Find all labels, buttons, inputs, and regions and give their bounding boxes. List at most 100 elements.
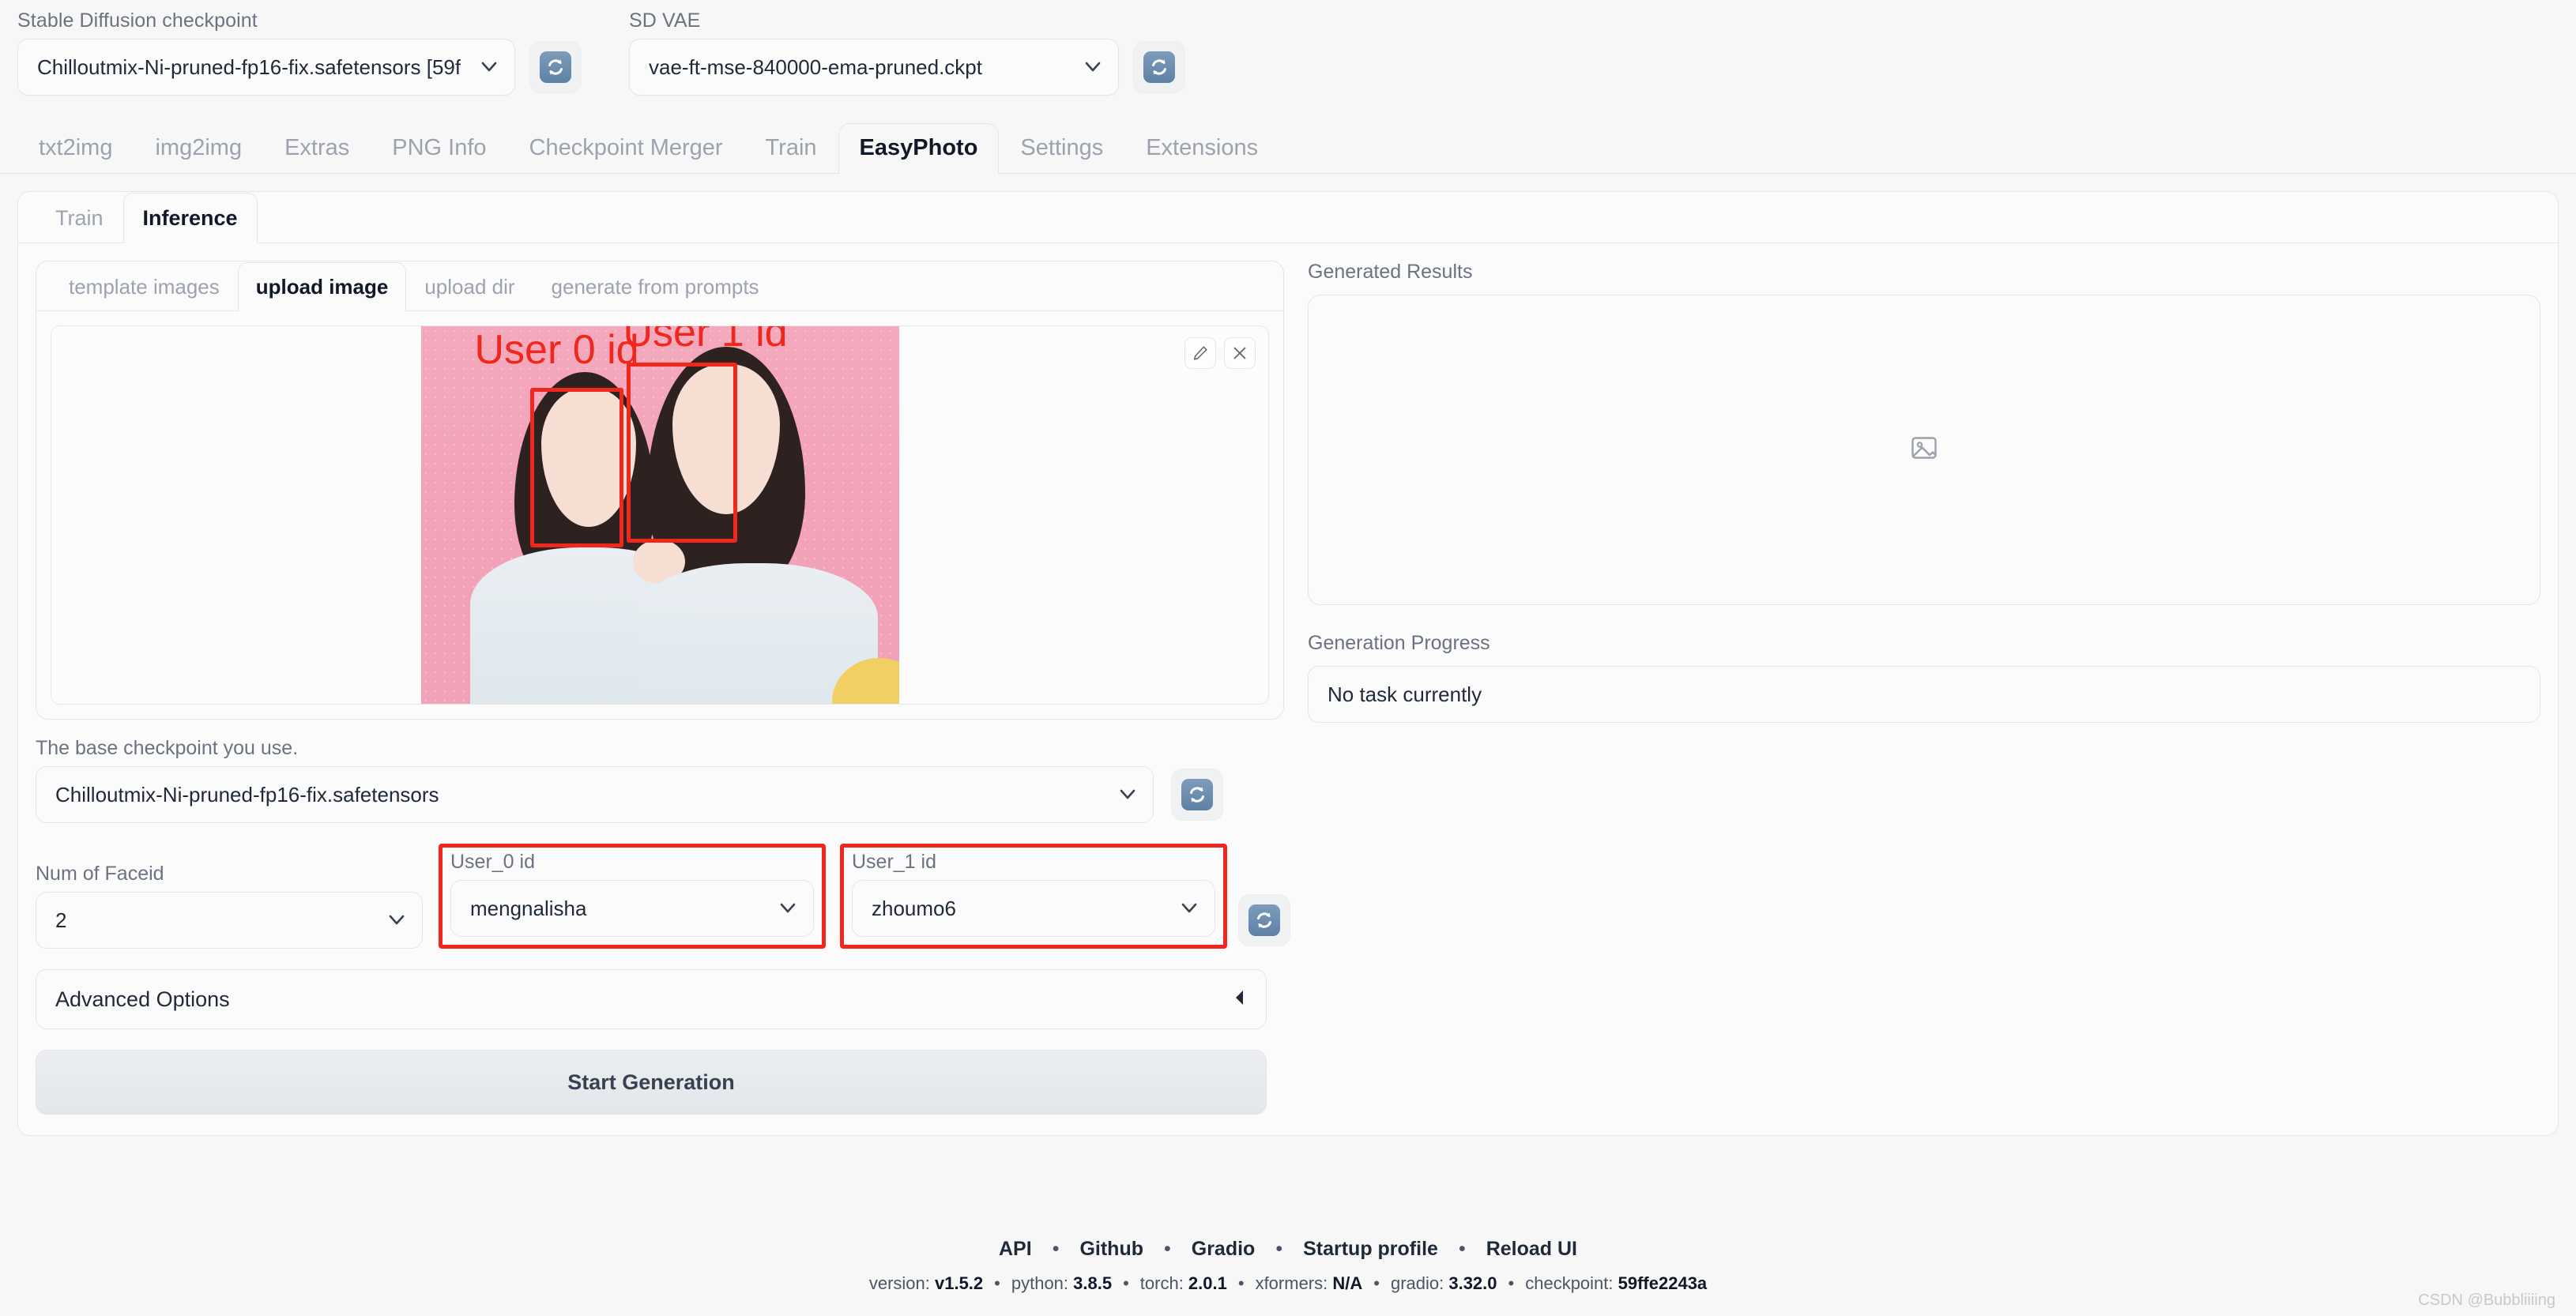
advanced-options-accordion[interactable]: Advanced Options xyxy=(36,969,1267,1029)
sd-vae-block: SD VAE vae-ft-mse-840000-ema-pruned.ckpt xyxy=(629,11,1119,96)
refresh-vae-button[interactable] xyxy=(1133,41,1185,93)
subtab-inference[interactable]: Inference xyxy=(122,193,258,243)
footer-separator: • xyxy=(1275,1238,1283,1260)
chevron-down-icon xyxy=(481,62,497,73)
tab-txt2img[interactable]: txt2img xyxy=(17,123,134,174)
faceid-row: Num of Faceid 2 User_0 id mengnalisha Us… xyxy=(36,844,1290,949)
inference-tab-bar: Train Inference xyxy=(18,192,2558,243)
subtab-train[interactable]: Train xyxy=(36,193,123,243)
tab-extensions[interactable]: Extensions xyxy=(1124,123,1279,174)
edit-image-button[interactable] xyxy=(1184,337,1216,369)
footer-meta-separator: • xyxy=(994,1273,1000,1293)
sd-checkpoint-block: Stable Diffusion checkpoint Chilloutmix-… xyxy=(17,11,515,96)
num-faceid-label: Num of Faceid xyxy=(36,863,164,885)
num-faceid-select[interactable]: 2 xyxy=(36,892,423,949)
start-generation-label: Start Generation xyxy=(567,1070,735,1094)
watermark: CSDN @Bubbliiiing xyxy=(2418,1292,2555,1309)
chevron-down-icon xyxy=(1181,903,1197,914)
num-faceid-value: 2 xyxy=(55,908,67,932)
user0-id-value: mengnalisha xyxy=(470,896,587,920)
user0-id-highlight: User_0 id mengnalisha xyxy=(439,844,826,949)
advanced-options-label: Advanced Options xyxy=(55,987,230,1011)
refresh-base-checkpoint-button[interactable] xyxy=(1171,769,1223,821)
sd-checkpoint-select[interactable]: Chilloutmix-Ni-pruned-fp16-fix.safetenso… xyxy=(17,39,515,96)
generated-results-gallery[interactable] xyxy=(1308,295,2540,605)
footer-meta-value: 59ffe2243a xyxy=(1618,1273,1708,1293)
footer-meta-key: xformers: xyxy=(1255,1273,1333,1293)
image-placeholder-icon xyxy=(1908,432,1940,468)
footer-meta-key: torch: xyxy=(1139,1273,1188,1293)
tab-easyphoto[interactable]: EasyPhoto xyxy=(838,123,1000,174)
sd-checkpoint-label: Stable Diffusion checkpoint xyxy=(17,9,258,32)
model-selector-bar: Stable Diffusion checkpoint Chilloutmix-… xyxy=(0,0,2576,96)
sd-vae-value: vae-ft-mse-840000-ema-pruned.ckpt xyxy=(649,55,982,79)
main-tab-bar: txt2img img2img Extras PNG Info Checkpoint M… xyxy=(0,122,2576,174)
annotation-box-user1 xyxy=(626,363,737,543)
chevron-down-icon xyxy=(1120,789,1135,800)
clear-image-button[interactable] xyxy=(1224,337,1256,369)
user1-id-label: User_1 id xyxy=(852,851,936,873)
footer-meta-key: checkpoint: xyxy=(1525,1273,1618,1293)
refresh-checkpoint-button[interactable] xyxy=(529,41,582,93)
footer-meta-value: 3.8.5 xyxy=(1073,1273,1113,1293)
footer-meta-separator: • xyxy=(1237,1273,1245,1293)
pencil-icon xyxy=(1192,344,1209,362)
footer-meta-key: python: xyxy=(1011,1273,1074,1293)
user0-id-label: User_0 id xyxy=(450,851,535,873)
app-root: Stable Diffusion checkpoint Chilloutmix-… xyxy=(0,0,2576,1316)
footer-separator: • xyxy=(1052,1238,1060,1260)
chevron-down-icon xyxy=(389,915,405,926)
user1-id-highlight: User_1 id zhoumo6 xyxy=(840,844,1227,949)
annotation-label-user0: User 0 id xyxy=(474,327,639,373)
innertab-upload-image[interactable]: upload image xyxy=(237,262,407,311)
base-checkpoint-select[interactable]: Chilloutmix-Ni-pruned-fp16-fix.safetenso… xyxy=(36,766,1154,823)
tab-settings[interactable]: Settings xyxy=(999,123,1124,174)
image-upload-area[interactable]: User 0 id User 1 id xyxy=(51,325,1269,705)
close-icon xyxy=(1231,344,1248,362)
panel-body: template images upload image upload dir gen… xyxy=(18,243,2558,1135)
chevron-down-icon xyxy=(780,903,796,914)
footer-link-reload-ui[interactable]: Reload UI xyxy=(1486,1238,1577,1260)
footer-meta-value: 2.0.1 xyxy=(1188,1273,1227,1293)
tab-img2img[interactable]: img2img xyxy=(134,123,263,174)
refresh-icon xyxy=(1248,904,1280,936)
sd-checkpoint-value: Chilloutmix-Ni-pruned-fp16-fix.safetenso… xyxy=(37,55,461,79)
footer-meta: version: v1.5.2 • python: 3.8.5 • torch: 2.0… xyxy=(0,1273,2576,1294)
chevron-left-icon xyxy=(1233,987,1245,1012)
footer-meta-key: version: xyxy=(868,1273,935,1293)
tab-train[interactable]: Train xyxy=(744,123,838,174)
footer: API • Github • Gradio • Startup profile • Reload… xyxy=(0,1238,2576,1294)
innertab-template-images[interactable]: template images xyxy=(51,262,238,311)
innertab-generate-from-prompts[interactable]: generate from prompts xyxy=(533,262,778,311)
template-source-tab-bar: template images upload image upload dir gen… xyxy=(36,261,1283,311)
footer-meta-value: N/A xyxy=(1332,1273,1363,1293)
generation-progress-status: No task currently xyxy=(1308,666,2540,723)
left-column: template images upload image upload dir gen… xyxy=(36,261,1290,1115)
footer-link-github[interactable]: Github xyxy=(1079,1238,1143,1260)
generation-progress-label: Generation Progress xyxy=(1308,632,1490,654)
generation-progress-value: No task currently xyxy=(1328,682,1482,706)
user0-id-select[interactable]: mengnalisha xyxy=(450,880,814,937)
sd-vae-select[interactable]: vae-ft-mse-840000-ema-pruned.ckpt xyxy=(629,39,1119,96)
refresh-icon xyxy=(1181,779,1213,810)
start-generation-button[interactable]: Start Generation xyxy=(36,1050,1267,1115)
tab-checkpoint-merger[interactable]: Checkpoint Merger xyxy=(508,123,744,174)
refresh-icon xyxy=(540,51,571,83)
tab-png-info[interactable]: PNG Info xyxy=(371,123,507,174)
annotation-box-user0 xyxy=(529,388,623,547)
footer-meta-value: 3.32.0 xyxy=(1448,1273,1497,1293)
refresh-icon xyxy=(1143,51,1175,83)
sd-vae-label: SD VAE xyxy=(629,9,701,32)
num-faceid-block: Num of Faceid 2 xyxy=(36,864,423,949)
user1-id-select[interactable]: zhoumo6 xyxy=(852,880,1215,937)
footer-meta-value: v1.5.2 xyxy=(934,1273,984,1293)
innertab-upload-dir[interactable]: upload dir xyxy=(406,262,533,311)
footer-link-api[interactable]: API xyxy=(999,1238,1032,1260)
footer-link-gradio[interactable]: Gradio xyxy=(1192,1238,1256,1260)
tab-extras[interactable]: Extras xyxy=(263,123,371,174)
footer-links: API • Github • Gradio • Startup profile • Reload… xyxy=(0,1238,2576,1261)
footer-link-startup-profile[interactable]: Startup profile xyxy=(1303,1238,1438,1260)
refresh-user-ids-button[interactable] xyxy=(1238,894,1290,946)
chevron-down-icon xyxy=(1085,62,1101,73)
footer-meta-separator: • xyxy=(1123,1273,1129,1293)
